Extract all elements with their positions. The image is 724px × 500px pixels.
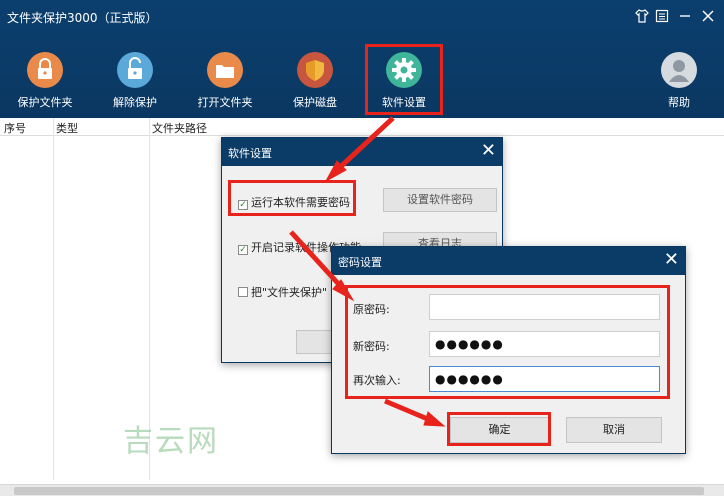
ok-button[interactable]: 确定 [450,417,549,443]
protect-disk-button[interactable]: 保护磁盘 [275,48,355,114]
col-type[interactable]: 类型 [56,120,78,136]
settings-label: 软件设置 [382,96,426,109]
minimize-icon[interactable] [675,6,695,26]
col-path[interactable]: 文件夹路径 [152,120,207,136]
password-dialog-title: 密码设置 [338,256,382,269]
new-password-label: 新密码: [353,340,390,353]
password-dialog-titlebar: 密码设置 ✕ [332,247,685,275]
require-password-option[interactable]: ✓ 运行本软件需要密码 [238,194,350,210]
scrollbar-thumb[interactable] [14,487,704,495]
unprotect-label: 解除保护 [113,96,157,109]
watermark: 吉云网 [123,424,219,459]
lock-icon [27,52,63,88]
old-password-field[interactable] [429,294,660,320]
unprotect-button[interactable]: 解除保护 [95,48,175,114]
close-icon[interactable]: ✕ [481,140,496,162]
protect-folder-button[interactable]: 保护文件夹 [5,48,85,114]
confirm-password-field[interactable]: ●●●●●● [429,366,660,392]
horizontal-scrollbar[interactable] [0,484,724,496]
context-menu-option[interactable]: 把"文件夹保护" [238,284,327,300]
close-icon[interactable] [698,6,718,26]
table-header: 序号 类型 文件夹路径 [0,118,724,136]
old-password-label: 原密码: [353,303,390,316]
confirm-password-label: 再次输入: [353,374,401,387]
checkbox-empty[interactable] [238,287,248,297]
protect-folder-label: 保护文件夹 [17,96,73,109]
open-folder-label: 打开文件夹 [197,96,253,109]
cancel-button[interactable]: 取消 [566,417,662,443]
settings-dialog-title: 软件设置 [228,147,272,160]
new-password-field[interactable]: ●●●●●● [429,331,660,357]
open-folder-button[interactable]: 打开文件夹 [185,48,265,114]
gear-icon [386,52,422,88]
col-index[interactable]: 序号 [4,120,26,136]
help-button[interactable]: 帮助 [639,48,719,114]
column-divider [53,118,54,480]
folder-icon [207,52,243,88]
skin-icon[interactable] [632,6,652,26]
protect-disk-label: 保护磁盘 [293,96,337,109]
app-title: 文件夹保护3000（正式版） [7,11,158,25]
app-header: 文件夹保护3000（正式版） 保护文件夹 解除保护 打开文件夹 保护磁盘 软件设… [0,0,724,118]
menu-icon[interactable] [652,6,672,26]
shield-icon [297,52,333,88]
check-icon[interactable]: ✓ [238,245,248,255]
unlock-icon [117,52,153,88]
help-label: 帮助 [668,96,690,109]
check-icon[interactable]: ✓ [238,200,248,210]
password-dialog: 密码设置 ✕ 原密码: 新密码: ●●●●●● 再次输入: ●●●●●● 确定 … [331,246,686,454]
set-password-button[interactable]: 设置软件密码 [383,188,497,212]
settings-dialog-titlebar: 软件设置 ✕ [222,138,502,166]
avatar-icon [661,52,697,88]
settings-button[interactable]: 软件设置 [365,44,443,115]
close-icon[interactable]: ✕ [664,249,679,271]
